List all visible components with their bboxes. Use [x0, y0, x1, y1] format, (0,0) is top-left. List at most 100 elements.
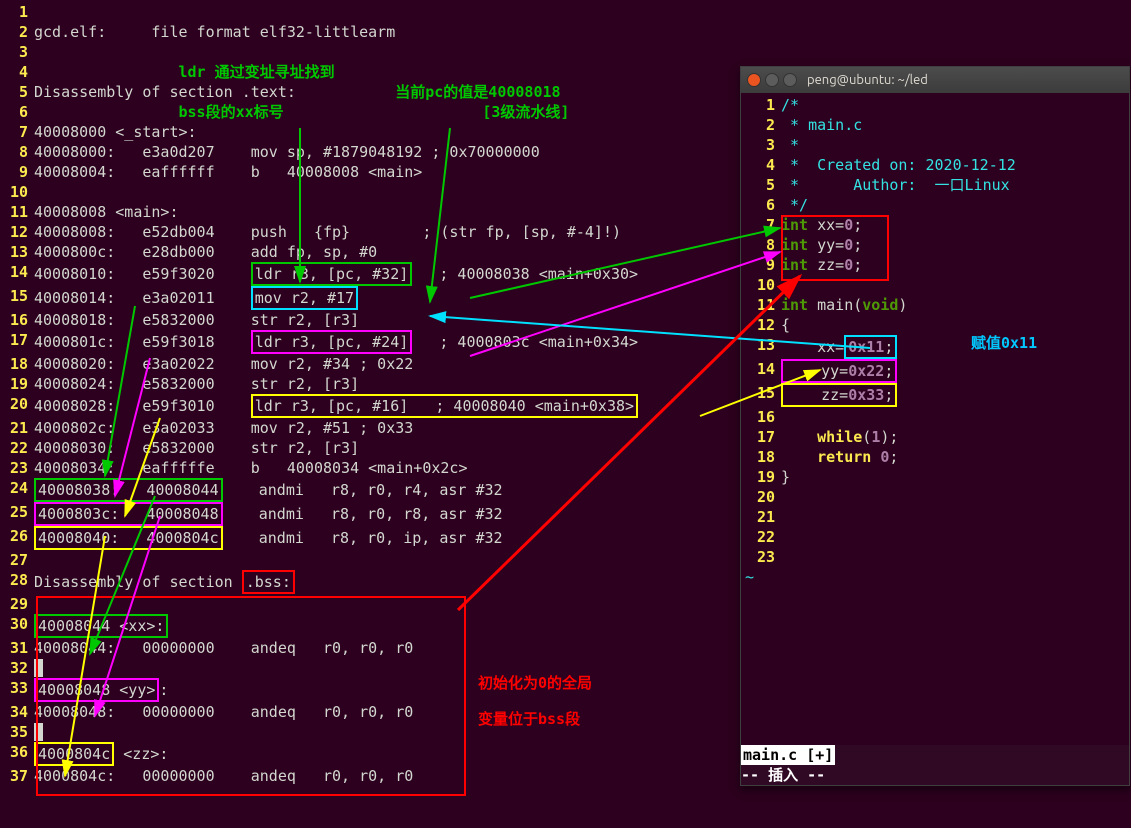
line-num: 33 [0, 678, 28, 702]
code-line: 4000803c: 40008048 andmi r8, r0, r8, asr… [34, 502, 503, 526]
code-line: 40008034: eafffffe b 40008034 <main+0x2c… [34, 458, 467, 478]
code-line: 40008008: e52db004 push {fp} ; (str fp, … [34, 222, 621, 242]
code-line: Disassembly of section .text: 当前pc的值是400… [34, 82, 561, 102]
line-num: 32 [0, 658, 28, 678]
comment: * [781, 135, 799, 155]
code-line: 40008004: eaffffff b 40008008 <main> [34, 162, 422, 182]
line-num: 11 [0, 202, 28, 222]
brace-close: } [781, 467, 790, 487]
comment: * main.c [781, 115, 862, 135]
code-line: 40008048: 00000000 andeq r0, r0, r0 [34, 702, 413, 722]
box-ldr-xx: ldr r3, [pc, #32] [251, 262, 413, 286]
status-filename: main.c [+] [741, 745, 835, 765]
annotation-red-2: 变量位于bss段 [478, 708, 580, 729]
window-title: peng@ubuntu: ~/led [807, 73, 928, 87]
line-num: 14 [0, 262, 28, 286]
editor-window: peng@ubuntu: ~/led 1/* 2 * main.c 3 * 4 … [740, 66, 1130, 786]
line-num: 16 [0, 310, 28, 330]
code-line: 40008040: 4000804c andmi r8, r0, ip, asr… [34, 526, 503, 550]
comment: * Created on: 2020-12-12 [781, 155, 1016, 175]
line-num: 25 [0, 502, 28, 526]
code-line: 40008014: e3a02011 mov r2, #17 [34, 286, 358, 310]
box-zz: 4000804c [34, 742, 114, 766]
titlebar[interactable]: peng@ubuntu: ~/led [741, 67, 1129, 93]
line-num: 20 [0, 394, 28, 418]
code-line: ldr 通过变址寻址找到 [34, 62, 335, 82]
line-num: 13 [0, 242, 28, 262]
code-line: 40008020: e3a02022 mov r2, #34 ; 0x22 [34, 354, 413, 374]
code-line: 4000804c: 00000000 andeq r0, r0, r0 [34, 766, 413, 786]
code-line: 40008024: e5832000 str r2, [r3] [34, 374, 359, 394]
code-line: 4000801c: e59f3018 ldr r3, [pc, #24] ; 4… [34, 330, 638, 354]
line-num: 23 [0, 458, 28, 478]
disassembly-pane: 1 2gcd.elf: file format elf32-littlearm … [0, 0, 740, 788]
line-num: 24 [0, 478, 28, 502]
minimize-icon[interactable] [765, 73, 779, 87]
box-xx: 40008044 <xx>: [34, 614, 168, 638]
return: return 0; [781, 447, 898, 467]
line-num: 34 [0, 702, 28, 722]
code-line [34, 722, 43, 742]
line-num: 15 [0, 286, 28, 310]
code-line: bss段的xx标号 [3级流水线] [34, 102, 569, 122]
line-num: 28 [0, 570, 28, 594]
line-num: 5 [0, 82, 28, 102]
line-num: 9 [0, 162, 28, 182]
tilde: ~ [745, 567, 754, 587]
line-num: 21 [0, 418, 28, 438]
close-icon[interactable] [747, 73, 761, 87]
line-num: 19 [0, 374, 28, 394]
box-addr-40: 40008040: 4000804c [34, 526, 223, 550]
code-line: gcd.elf: file format elf32-littlearm [34, 22, 395, 42]
code-line: 4000802c: e3a02033 mov r2, #51 ; 0x33 [34, 418, 413, 438]
brace: { [781, 315, 790, 335]
line-num: 36 [0, 742, 28, 766]
code-line: 40008028: e59f3010 ldr r3, [pc, #16] ; 4… [34, 394, 638, 418]
line-num: 22 [0, 438, 28, 458]
comment: * Author: 一口Linux [781, 175, 1010, 195]
line-num: 17 [0, 330, 28, 354]
line-num: 4 [0, 62, 28, 82]
annotation-green-sub: [3级流水线] [482, 103, 569, 121]
box-mov-17: mov r2, #17 [251, 286, 358, 310]
line-num: 30 [0, 614, 28, 638]
annotation-cyan: 赋值0x11 [971, 332, 1037, 353]
annotation-green: 当前pc的值是40008018 [395, 83, 560, 101]
box-globals [781, 215, 889, 281]
box-yy: 40008048 <yy> [34, 678, 159, 702]
annotation-green: bss段的xx标号 [179, 103, 284, 121]
code-line: 4000804c <zz>: [34, 742, 168, 766]
code-line: 40008008 <main>: [34, 202, 179, 222]
line-num: 3 [0, 42, 28, 62]
code-line: 40008010: e59f3020 ldr r3, [pc, #32] ; 4… [34, 262, 638, 286]
editor-body[interactable]: 1/* 2 * main.c 3 * 4 * Created on: 2020-… [741, 93, 1129, 589]
line-num: 37 [0, 766, 28, 786]
maximize-icon[interactable] [783, 73, 797, 87]
box-bss: .bss: [242, 570, 295, 594]
box-addr-38: 40008038: 40008044 [34, 478, 223, 502]
assign-xx: xx=0x11; [781, 335, 897, 359]
box-ldr-yy: ldr r3, [pc, #24] [251, 330, 413, 354]
code-line: 40008044: 00000000 andeq r0, r0, r0 [34, 638, 413, 658]
line-num: 35 [0, 722, 28, 742]
line-num: 7 [0, 122, 28, 142]
line-num: 10 [0, 182, 28, 202]
line-num: 6 [0, 102, 28, 122]
line-num: 18 [0, 354, 28, 374]
code-line: 4000800c: e28db000 add fp, sp, #0 [34, 242, 377, 262]
code-line: 40008018: e5832000 str r2, [r3] [34, 310, 359, 330]
code-line: Disassembly of section .bss: [34, 570, 295, 594]
code-line: 40008038: 40008044 andmi r8, r0, r4, asr… [34, 478, 503, 502]
line-num: 27 [0, 550, 28, 570]
line-num: 26 [0, 526, 28, 550]
code-line: 40008030: e5832000 str r2, [r3] [34, 438, 359, 458]
line-num: 1 [0, 2, 28, 22]
line-num: 2 [0, 22, 28, 42]
vim-statusbar: main.c [+] -- 插入 -- [741, 745, 1129, 785]
code-line: 40008000: e3a0d207 mov sp, #1879048192 ;… [34, 142, 540, 162]
code-line: 40008044 <xx>: [34, 614, 168, 638]
assign-yy: yy=0x22; [781, 359, 897, 383]
annotation-green: ldr 通过变址寻址找到 [179, 63, 335, 81]
annotation-red-1: 初始化为0的全局 [478, 672, 592, 693]
code-line [34, 658, 43, 678]
